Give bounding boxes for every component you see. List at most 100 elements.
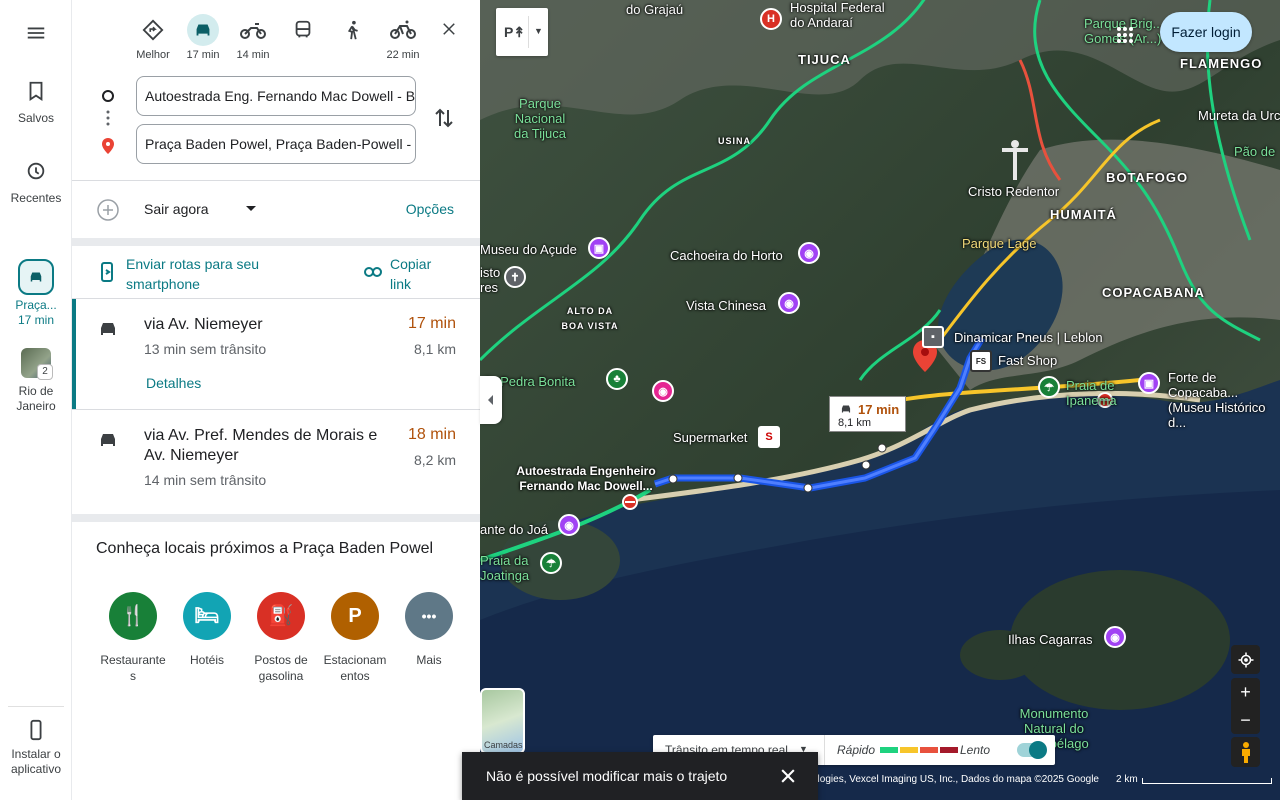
scale-label[interactable]: 2 km — [1116, 774, 1138, 785]
rio-collection-button[interactable]: 2 Rio de Janeiro — [0, 348, 72, 414]
depart-row: Sair agora Opções — [96, 198, 456, 222]
menu-button[interactable] — [0, 22, 72, 47]
scale-bar — [1142, 778, 1272, 784]
hospital-icon[interactable]: H — [760, 8, 782, 30]
attraction-icon[interactable]: ◉ — [558, 514, 580, 536]
close-icon — [443, 23, 455, 35]
details-link[interactable]: Detalhes — [146, 375, 201, 391]
category-hotels[interactable]: 🛏 Hotéis — [170, 592, 244, 684]
mode-transit[interactable] — [278, 14, 328, 61]
nearby-categories: 🍴 Restaurantes 🛏 Hotéis ⛽ Postos de gaso… — [96, 592, 466, 684]
route-no-traffic: 13 min sem trânsito — [144, 341, 267, 357]
attraction-icon[interactable]: ◉ — [798, 242, 820, 264]
map-label: Forte de Copacaba... (Museu Histórico d.… — [1168, 370, 1266, 430]
link-icon — [364, 267, 382, 277]
saved-button[interactable]: Salvos — [0, 80, 72, 126]
car-icon — [101, 323, 115, 335]
collapse-panel-button[interactable] — [480, 376, 502, 424]
route-option-2[interactable]: via Av. Pref. Mendes de Morais e Av. Nie… — [72, 410, 480, 514]
layers-label: Camadas — [484, 740, 523, 750]
rio-thumbnail: 2 — [21, 348, 53, 380]
mode-car[interactable]: 17 min — [178, 14, 228, 61]
route-option-1[interactable]: via Av. Niemeyer 17 min 13 min sem trâns… — [72, 299, 480, 409]
category-label: Estacionamentos — [323, 653, 387, 683]
zoom-controls: + − — [1231, 678, 1260, 734]
best-route-icon — [142, 19, 164, 41]
supermarket-logo[interactable]: S — [758, 426, 780, 448]
recent-label: Recentes — [10, 191, 62, 205]
map-tools-button[interactable]: P↟ ▼ — [496, 8, 548, 56]
beach-icon[interactable]: ☂ — [1038, 376, 1060, 398]
destination-input[interactable]: Praça Baden Powel, Praça Baden-Powell - … — [136, 124, 416, 164]
map-label: BOTAFOGO — [1106, 170, 1189, 185]
map-label: Museu do Açude — [480, 242, 577, 257]
close-directions-button[interactable] — [440, 20, 458, 43]
restaurant-icon: 🍴 — [109, 592, 157, 640]
section-divider — [72, 238, 480, 246]
car-icon — [101, 434, 115, 446]
recent-button[interactable]: Recentes — [0, 160, 72, 206]
map-label: Parque Lage — [962, 236, 1037, 251]
route-eta-callout[interactable]: 17 min 8,1 km — [829, 396, 906, 432]
map-label: do Grajaú — [626, 2, 684, 17]
add-stop-icon[interactable] — [96, 198, 120, 222]
store-icon[interactable]: ▪ — [922, 326, 944, 348]
waypoint-dots-icon — [102, 90, 114, 154]
landmark-icon[interactable]: ✝ — [504, 266, 526, 288]
origin-input[interactable]: Autoestrada Eng. Fernando Mac Dowell - B… — [136, 76, 416, 116]
map-label: HUMAITÁ — [1050, 207, 1117, 222]
mode-best[interactable]: Melhor — [128, 14, 178, 61]
category-parking[interactable]: P Estacionamentos — [318, 592, 392, 684]
street-view-pegman[interactable] — [1231, 737, 1260, 767]
museum-icon[interactable]: ▣ — [588, 237, 610, 259]
install-app-button[interactable]: Instalar o aplicativo — [0, 718, 72, 777]
category-restaurants[interactable]: 🍴 Restaurantes — [96, 592, 170, 684]
layers-button[interactable]: Camadas — [480, 688, 525, 754]
options-link[interactable]: Opções — [406, 201, 454, 217]
park-icon[interactable]: ♣ — [606, 368, 628, 390]
current-trip-button[interactable]: Praça... 17 min — [0, 259, 72, 328]
attraction-icon[interactable]: ◉ — [778, 292, 800, 314]
apps-grid-icon[interactable] — [1116, 26, 1134, 44]
mode-motorcycle[interactable]: 14 min — [228, 14, 278, 61]
close-icon[interactable] — [778, 766, 798, 786]
pegman-icon — [1241, 742, 1250, 763]
mode-walk[interactable] — [328, 14, 378, 61]
route-time: 18 min — [407, 426, 456, 443]
swap-button[interactable] — [434, 106, 454, 135]
depart-now-select[interactable]: Sair agora — [144, 201, 209, 217]
fast-shop-logo[interactable]: FS — [970, 350, 992, 372]
route-no-traffic: 14 min sem trânsito — [144, 472, 267, 488]
rio-count: 2 — [37, 364, 53, 380]
send-to-phone-label: Enviar rotas para seu smartphone — [126, 256, 260, 292]
traffic-swatch — [880, 747, 898, 753]
category-more[interactable]: ••• Mais — [392, 592, 466, 684]
mode-bike[interactable]: 22 min — [378, 14, 428, 61]
divider — [824, 735, 825, 765]
category-label: Mais — [416, 653, 442, 667]
zoom-in-button[interactable]: + — [1231, 678, 1260, 706]
attraction-icon[interactable]: ◉ — [1104, 626, 1126, 648]
my-location-button[interactable] — [1231, 645, 1260, 674]
rail-divider — [8, 706, 64, 707]
traffic-fast-label: Rápido — [837, 743, 876, 757]
mode-motorcycle-label: 14 min — [236, 49, 270, 61]
dropdown-caret-icon — [246, 206, 256, 211]
nearby-title: Conheça locais próximos a Praça Baden Po… — [96, 540, 434, 557]
map-label: Hospital Federal do Andaraí — [790, 0, 885, 30]
beach-icon[interactable]: ☂ — [540, 552, 562, 574]
traffic-swatch — [920, 747, 938, 753]
traffic-toggle[interactable] — [1017, 741, 1047, 759]
map-label: Cristo Redentor — [968, 184, 1060, 199]
zoom-out-button[interactable]: − — [1231, 706, 1260, 734]
map-label: isto res — [480, 265, 501, 295]
museum-icon[interactable]: ▣ — [1138, 372, 1160, 394]
map-label: USINA — [718, 136, 752, 146]
cristo-redentor-icon[interactable] — [1000, 136, 1030, 182]
attraction-icon[interactable]: ◉ — [652, 380, 674, 402]
category-gas[interactable]: ⛽ Postos de gasolina — [244, 592, 318, 684]
travel-modes: Melhor 17 min 14 min 22 min — [128, 14, 428, 61]
login-button[interactable]: Fazer login — [1160, 12, 1252, 52]
bookmark-icon — [29, 81, 43, 101]
map-label: ALTO DA BOA VISTA — [561, 306, 619, 331]
